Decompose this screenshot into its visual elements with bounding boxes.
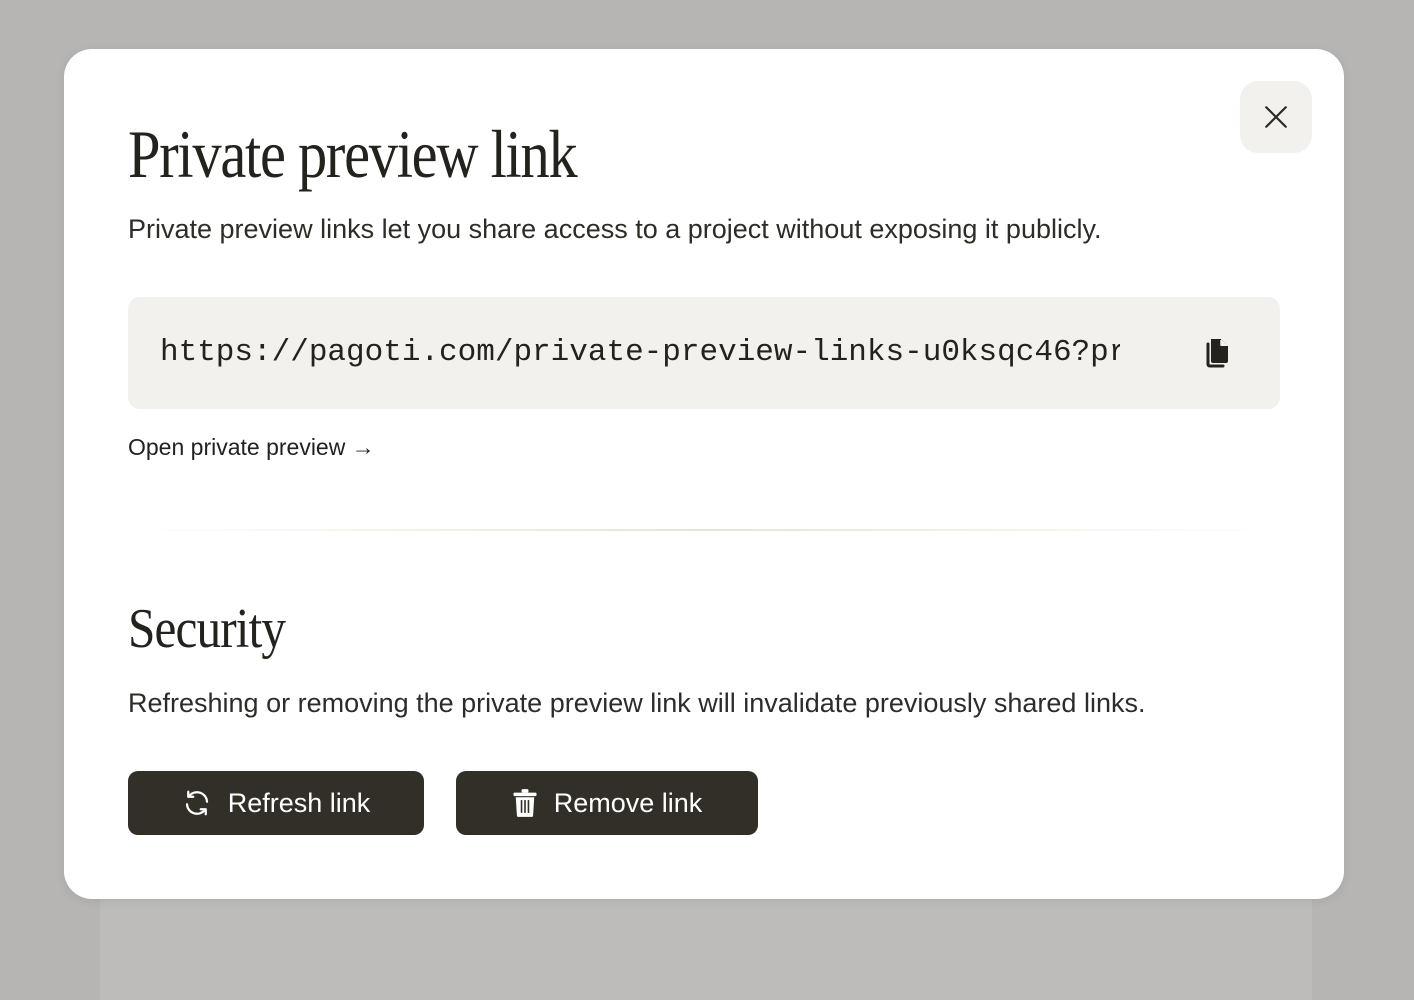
section-divider: [128, 529, 1280, 531]
close-icon: [1265, 106, 1287, 128]
private-preview-modal: Private preview link Private preview lin…: [64, 49, 1344, 899]
security-title: Security: [128, 598, 286, 660]
modal-title: Private preview link: [128, 116, 578, 192]
close-button[interactable]: [1240, 81, 1312, 153]
preview-link-url[interactable]: https://pagoti.com/private-preview-links…: [160, 331, 1120, 375]
refresh-link-label: Refresh link: [227, 787, 371, 818]
refresh-icon: [182, 788, 212, 818]
security-description: Refreshing or removing the private previ…: [128, 688, 1146, 718]
remove-link-button[interactable]: Remove link: [456, 771, 758, 835]
trash-icon: [512, 788, 538, 818]
modal-description: Private preview links let you share acce…: [128, 214, 1102, 244]
remove-link-label: Remove link: [553, 787, 703, 818]
copy-icon: [1206, 339, 1228, 368]
preview-link-field[interactable]: https://pagoti.com/private-preview-links…: [128, 297, 1280, 409]
copy-button[interactable]: [1198, 335, 1234, 371]
refresh-link-button[interactable]: Refresh link: [128, 771, 424, 835]
open-private-preview-link[interactable]: Open private preview →: [128, 431, 375, 463]
